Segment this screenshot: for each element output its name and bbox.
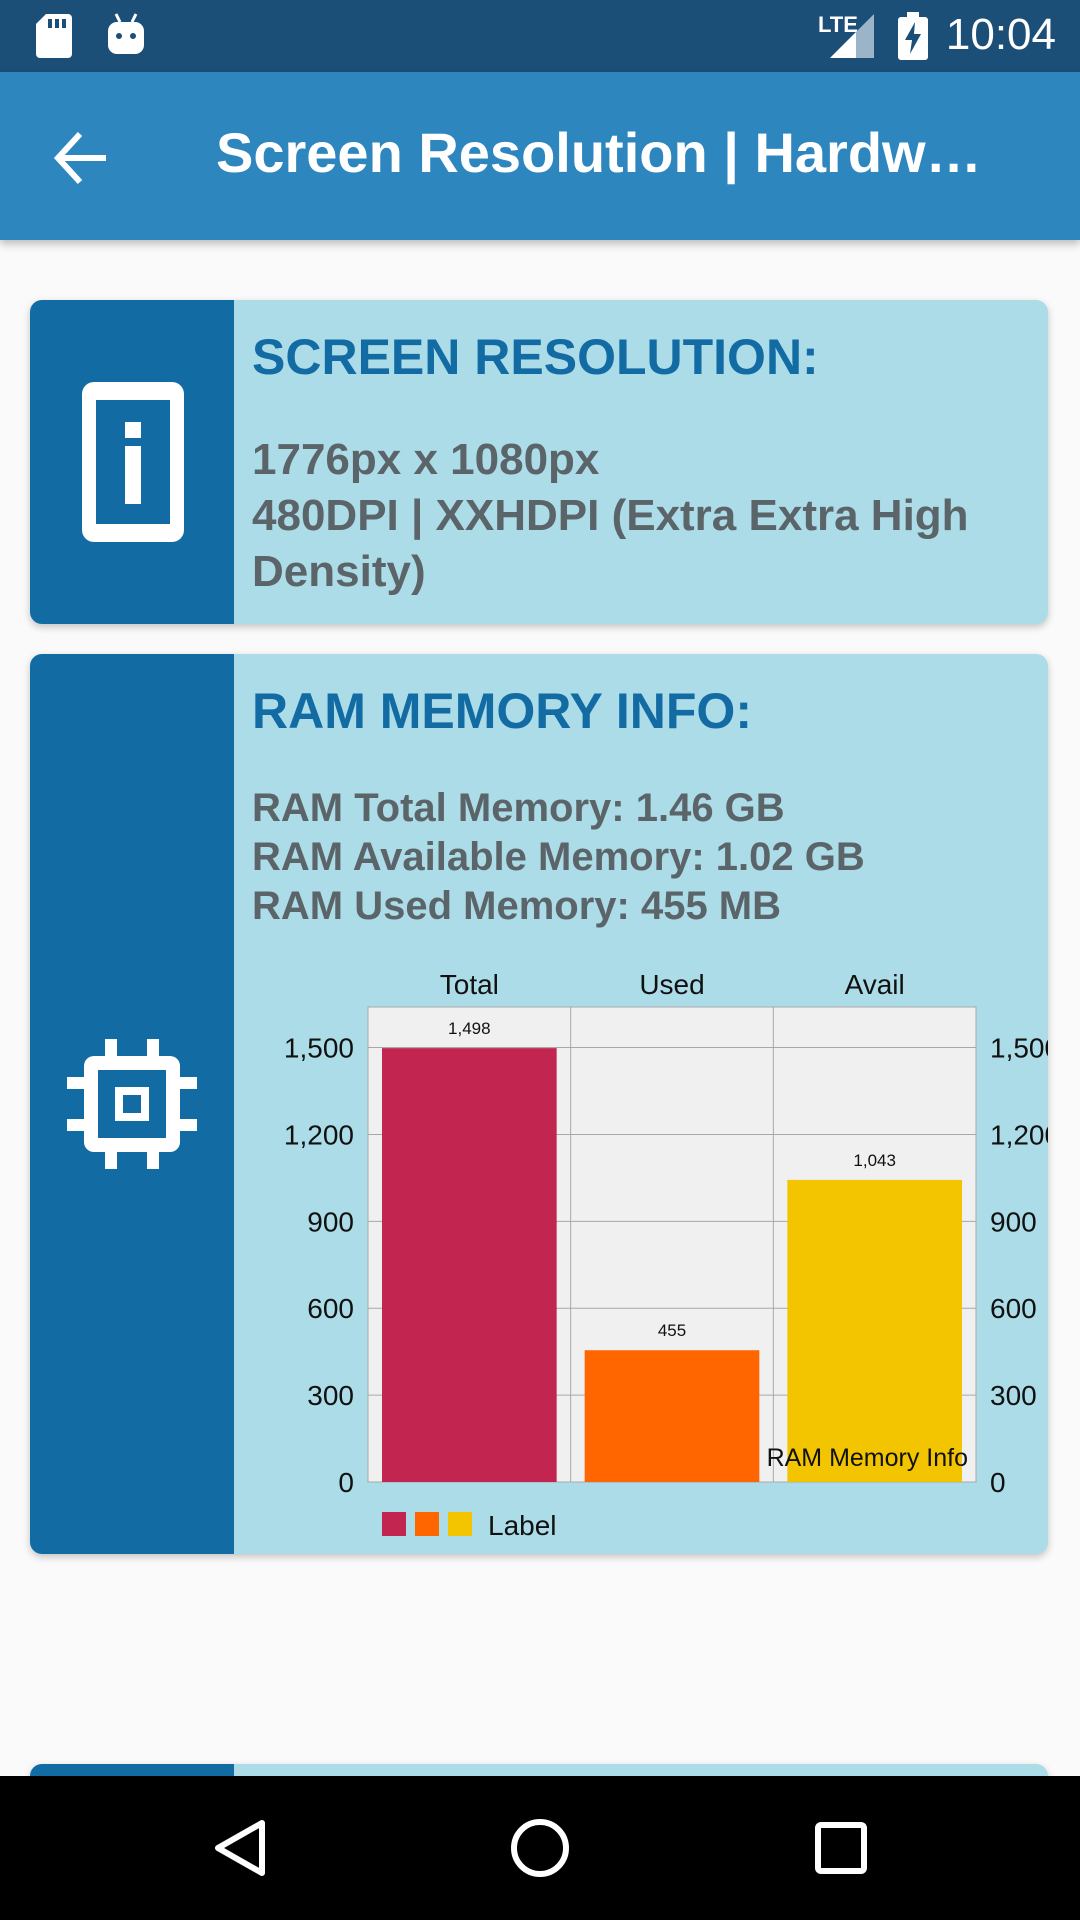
status-bar: LTE 10:04 [0,0,1080,72]
chart-bar-avail [787,1179,962,1482]
card-icon-panel [30,300,234,624]
resolution-value: 1776px x 1080px [252,435,600,484]
y-tick-label-left: 1,200 [284,1119,354,1150]
chart-value-label: 1,043 [853,1151,896,1170]
chart-bar-used [584,1350,760,1482]
y-tick-label-left: 600 [307,1293,354,1324]
ram-memory-chart: 0 0 300 300 600 600 900 900 1,200 1,200 1,500 1,500… [284,969,1048,1541]
legend-label: Label [488,1510,557,1541]
lte-signal-icon [830,14,874,58]
y-tick-label-right: 1,200 [990,1119,1048,1150]
chart-bar-total [382,1048,557,1482]
card-icon-panel [30,654,234,1554]
ram-available-value: RAM Available Memory: 1.02 GB [252,835,865,879]
home-circle-icon[interactable] [510,1818,570,1878]
legend-swatch [382,1512,406,1536]
navigation-bar [0,1776,1080,1920]
ram-memory-info: RAM Total Memory: 1.46 GB RAM Available … [252,784,1008,931]
ram-memory-card: RAM MEMORY INFO: RAM Total Memory: 1.46 … [30,654,1048,1554]
phone-info-icon [82,382,184,542]
ram-total-value: RAM Total Memory: 1.46 GB [252,786,785,830]
page-title: Screen Resolution | Hardware [216,121,1006,184]
chip-icon [67,1039,197,1169]
arrow-back-icon[interactable] [48,124,116,192]
y-tick-label-right: 600 [990,1293,1037,1324]
y-tick-label-left: 0 [338,1467,354,1498]
chart-description: RAM Memory Info [767,1444,968,1472]
app-bar: Screen Resolution | Hardware [0,72,1080,240]
battery-charging-icon [898,12,928,60]
screen-resolution-title: SCREEN RESOLUTION: [252,329,819,385]
chart-value-label: 1,498 [448,1019,491,1038]
back-triangle-icon[interactable] [212,1818,268,1878]
ram-used-value: RAM Used Memory: 455 MB [252,884,782,928]
legend-swatch [448,1512,472,1536]
chart-value-label: 455 [658,1321,686,1340]
legend-swatch [415,1512,439,1536]
y-tick-label-left: 1,500 [284,1033,354,1064]
android-debug-icon [108,13,144,54]
y-tick-label-right: 1,500 [990,1033,1048,1064]
y-tick-label-right: 900 [990,1206,1037,1237]
screen-resolution-info: 1776px x 1080px 480DPI | XXHDPI (Extra E… [252,432,1008,600]
x-category-label: Total [440,969,499,1000]
y-tick-label-right: 0 [990,1467,1006,1498]
ram-memory-title: RAM MEMORY INFO: [252,683,752,739]
y-tick-label-left: 900 [307,1206,354,1237]
recents-square-icon[interactable] [815,1822,867,1874]
status-clock: 10:04 [945,10,1056,59]
y-tick-label-right: 300 [990,1380,1037,1411]
screen-resolution-card: SCREEN RESOLUTION: 1776px x 1080px 480DP… [30,300,1048,624]
y-tick-label-left: 300 [307,1380,354,1411]
x-category-label: Avail [845,969,905,1000]
density-value: 480DPI | XXHDPI (Extra Extra High Densit… [252,491,969,596]
x-category-label: Used [639,969,704,1000]
sd-card-icon [36,14,72,58]
